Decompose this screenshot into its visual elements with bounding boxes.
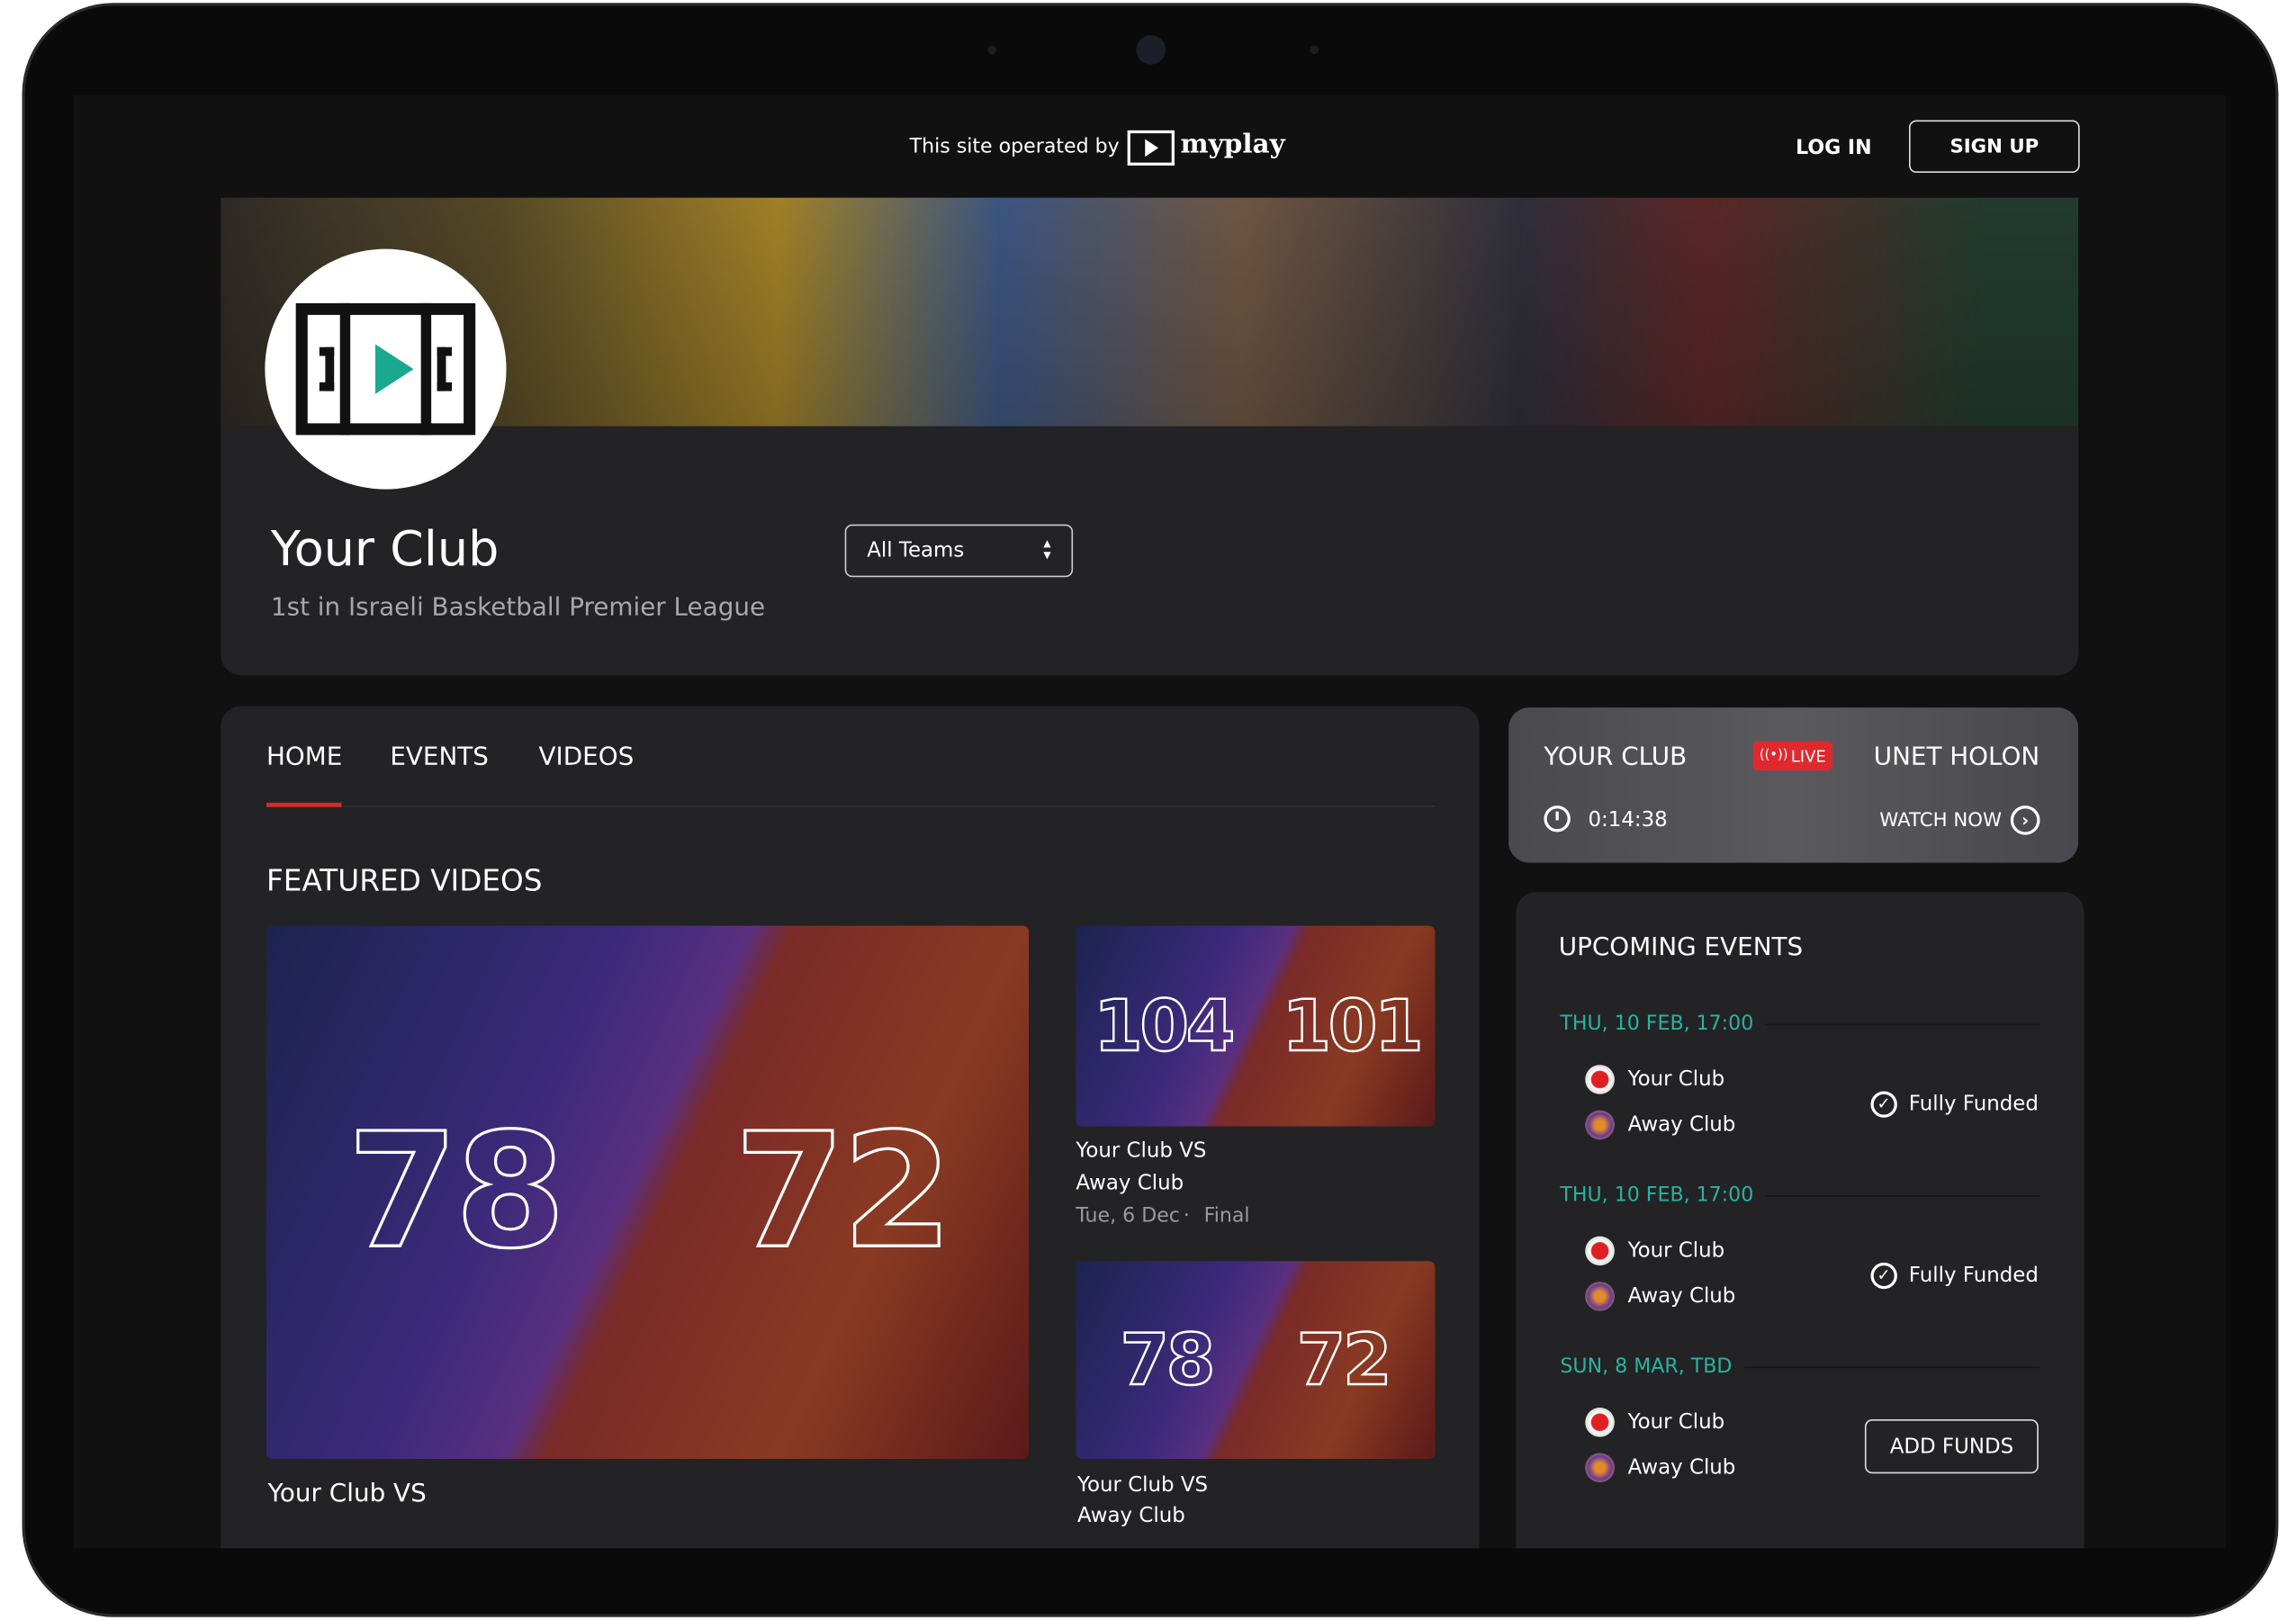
check-circle-icon: ✓ (1870, 1091, 1897, 1118)
club-logo (265, 248, 507, 490)
tab-videos[interactable]: VIDEOS (539, 742, 635, 772)
live-game-card[interactable]: YOUR CLUB ((•)) LIVE UNET HOLON 0:14:38 W… (1508, 707, 2079, 863)
away-team-name: Away Club (1627, 1112, 1736, 1137)
event-home-team[interactable]: Your Club (1585, 1065, 1724, 1094)
funded-label: Fully Funded (1908, 1093, 2039, 1117)
club-subtitle: 1st in Israeli Basketball Premier League (270, 593, 766, 623)
club-logo-icon (295, 302, 476, 436)
login-link[interactable]: LOG IN (1796, 136, 1872, 159)
event-home-team[interactable]: Your Club (1585, 1408, 1724, 1437)
broadcast-icon: ((•)) (1759, 748, 1788, 763)
featured-title: FEATURED VIDEOS (266, 862, 543, 898)
funded-status: ✓ Fully Funded (1870, 1262, 2039, 1290)
video-title-line1[interactable]: Your Club VS (1076, 1139, 1206, 1163)
select-chevron-icon: ▴ ▾ (1043, 536, 1051, 564)
video-title-line2[interactable]: Away Club (1076, 1172, 1184, 1195)
featured-video-main[interactable]: 78 72 (266, 925, 1030, 1459)
away-club-badge-icon (1585, 1110, 1615, 1140)
myplay-logo-icon (1127, 130, 1175, 166)
away-score: 101 (1281, 984, 1425, 1068)
event-away-team[interactable]: Away Club (1585, 1282, 1735, 1311)
chevron-right-icon[interactable]: › (2010, 806, 2040, 835)
stopwatch-icon (1544, 806, 1571, 832)
video-status: Final (1203, 1203, 1250, 1228)
upcoming-title: UPCOMING EVENTS (1558, 932, 1804, 963)
event-date: SUN, 8 MAR, TBD (1560, 1354, 1733, 1379)
away-team-name: Away Club (1627, 1455, 1736, 1480)
active-tab-indicator (266, 802, 342, 807)
add-funds-button[interactable]: ADD FUNDS (1864, 1419, 2039, 1474)
event-away-team[interactable]: Away Club (1585, 1453, 1736, 1483)
sensor (1310, 45, 1319, 55)
away-club-badge-icon (1585, 1282, 1615, 1311)
event-home-team[interactable]: Your Club (1585, 1236, 1725, 1266)
home-team-name: Your Club (1627, 1238, 1725, 1263)
team-select[interactable]: All Teams ▴ ▾ (844, 524, 1074, 578)
home-club-badge-icon (1585, 1236, 1615, 1266)
event-date: THU, 10 FEB, 17:00 (1560, 1012, 1754, 1036)
away-score: 72 (1295, 1318, 1392, 1402)
check-circle-icon: ✓ (1870, 1262, 1897, 1290)
home-score: 104 (1093, 984, 1237, 1068)
separator-dot: · (1183, 1203, 1190, 1228)
sensor (987, 45, 997, 55)
tab-home[interactable]: HOME (266, 742, 342, 772)
away-score: 72 (733, 1099, 954, 1285)
video-thumbnail[interactable]: 78 72 (1076, 1261, 1436, 1459)
event-date-row: THU, 10 FEB, 17:00 (1560, 1012, 2040, 1036)
live-timer: 0:14:38 (1588, 808, 1668, 832)
brand-name[interactable]: myplay (1181, 129, 1285, 159)
live-home-team: YOUR CLUB (1544, 742, 1688, 772)
signup-button[interactable]: SIGN UP (1908, 120, 2080, 174)
camera (1136, 35, 1166, 65)
video-date: Tue, 6 Dec (1076, 1203, 1180, 1228)
funded-label: Fully Funded (1908, 1264, 2039, 1288)
home-score: 78 (346, 1099, 567, 1285)
tab-events[interactable]: EVENTS (390, 742, 489, 772)
operated-by-text: This site operated by (909, 134, 1120, 158)
home-team-name: Your Club (1627, 1067, 1725, 1092)
event-date-row: THU, 10 FEB, 17:00 (1560, 1184, 2040, 1208)
away-team-name: Away Club (1627, 1284, 1736, 1309)
video-title-line1[interactable]: Your Club VS (1077, 1473, 1208, 1497)
team-select-value: All Teams (867, 538, 965, 562)
live-badge: ((•)) LIVE (1752, 741, 1832, 771)
funded-status: ✓ Fully Funded (1870, 1091, 2039, 1118)
event-date-row: SUN, 8 MAR, TBD (1560, 1354, 2040, 1379)
event-date: THU, 10 FEB, 17:00 (1560, 1184, 1754, 1208)
screen: This site operated by myplay LOG IN SIGN… (73, 94, 2226, 1549)
main-panel: HOME EVENTS VIDEOS FEATURED VIDEOS 78 72… (221, 706, 1480, 1549)
video-thumbnail[interactable]: 104 101 (1076, 925, 1436, 1127)
video-title[interactable]: Your Club VS (268, 1480, 427, 1509)
home-club-badge-icon (1585, 1408, 1615, 1437)
club-header (221, 426, 2079, 676)
event-away-team[interactable]: Away Club (1585, 1110, 1736, 1140)
watch-now-link[interactable]: WATCH NOW (1879, 810, 2002, 832)
away-club-badge-icon (1585, 1453, 1615, 1483)
home-score: 78 (1119, 1318, 1216, 1402)
club-name: Your Club (270, 519, 500, 578)
live-label: LIVE (1790, 746, 1826, 766)
home-team-name: Your Club (1627, 1410, 1725, 1435)
home-club-badge-icon (1585, 1065, 1615, 1094)
live-away-team: UNET HOLON (1873, 742, 2040, 772)
video-title-line2[interactable]: Away Club (1077, 1504, 1185, 1527)
upcoming-events-panel: UPCOMING EVENTS THU, 10 FEB, 17:00 Your … (1516, 892, 2084, 1549)
